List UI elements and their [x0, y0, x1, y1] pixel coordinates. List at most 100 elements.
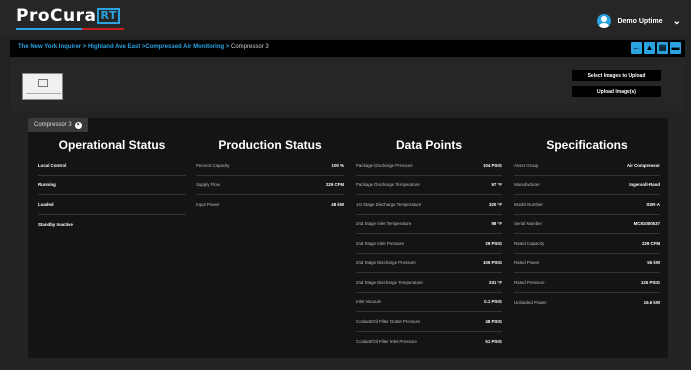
row-value: 105 PSIG	[482, 260, 502, 266]
close-icon[interactable]: ×	[74, 121, 82, 129]
user-name: Demo Uptime	[617, 17, 663, 25]
row-value: 51 PSIG	[485, 338, 502, 344]
row-value: 229 CFM	[325, 182, 344, 188]
row-label: Input Power	[196, 202, 220, 208]
user-avatar-icon	[597, 14, 612, 28]
list-item: Coolant/Oil Filter Outlet Pressure 48 PSI…	[356, 312, 502, 332]
row-value: MC81000537	[633, 221, 660, 227]
row-value: 48 kW	[331, 202, 344, 208]
alert-triangle-icon[interactable]: ▲	[644, 42, 655, 54]
breadcrumb-current: Compressor 3	[231, 44, 269, 50]
row-value: 320 °F	[489, 201, 502, 207]
list-item: Standby Inactive	[38, 215, 186, 235]
toolbar: ← ▲ ▤ ▬	[631, 42, 681, 54]
back-arrow-icon[interactable]: ←	[631, 42, 642, 54]
row-label: Asset Group	[514, 162, 539, 168]
row-value: 16.6 kW	[643, 299, 660, 305]
list-item: Serial Number MC81000537	[514, 215, 660, 234]
user-menu[interactable]: Demo Uptime ⌄	[597, 14, 681, 28]
section-title: Specifications	[546, 138, 628, 152]
folder-icon[interactable]: ▬	[670, 42, 681, 54]
row-label: 2nd Stage Inlet Pressure	[356, 240, 405, 246]
logo-badge: RT	[97, 8, 120, 24]
breadcrumb-bar: The New York Inquirer > Highland Ave Eas…	[10, 40, 685, 57]
procura-logo[interactable]: ProCura RT	[16, 6, 120, 26]
row-label: Coolant/Oil Filter Inlet Pressure	[356, 338, 418, 344]
breadcrumb: The New York Inquirer > Highland Ave Eas…	[18, 44, 269, 50]
row-label: Supply Flow	[196, 182, 220, 188]
row-value: 100 %	[331, 162, 344, 168]
row-label: 2nd Stage Discharge Pressure	[356, 260, 416, 266]
row-label: 2nd Stage Inlet Temperature	[356, 221, 412, 227]
row-value: Ingersoll-Rand	[629, 182, 660, 188]
tab-compressor-3[interactable]: Compressor 3 ×	[28, 118, 88, 132]
logo-underline	[16, 28, 82, 30]
row-label: Package Discharge Temperature	[356, 182, 420, 188]
row-value: 29 PSIG	[485, 240, 502, 246]
select-images-button[interactable]: Select Images to Upload	[572, 70, 661, 81]
row-value: 0.1 PSIG	[484, 299, 502, 305]
status-text: Local Control	[38, 162, 67, 168]
tab-label: Compressor 3	[34, 122, 72, 128]
row-label: Coolant/Oil Filter Outlet Pressure	[356, 318, 421, 324]
list-item: Package Discharge Pressure 104 PSIG	[356, 156, 502, 176]
section-title: Data Points	[395, 138, 462, 152]
list-item: Input Power 48 kW	[196, 195, 344, 215]
row-value: SSR-A	[646, 201, 660, 207]
row-value: 331 °F	[489, 279, 502, 285]
row-value: 104 PSIG	[482, 162, 502, 168]
list-item: Loaded	[38, 195, 186, 215]
row-value: 98 °F	[491, 221, 502, 227]
list-item: Rated Pressure 125 PSIG	[514, 273, 660, 293]
list-item: Coolant/Oil Filter Inlet Pressure 51 PSIG	[356, 332, 502, 352]
operational-status-section: Operational Status Local Control Running…	[38, 138, 186, 234]
section-title: Production Status	[218, 138, 322, 152]
production-status-section: Production Status Percent Capacity 100 % …	[196, 138, 344, 215]
chart-icon[interactable]: ▤	[657, 42, 668, 54]
image-placeholder-thumbnail[interactable]	[22, 73, 63, 100]
row-value: 48 PSIG	[485, 318, 502, 324]
list-item: Model Number SSR-A	[514, 195, 660, 215]
list-item: 2nd Stage Inlet Pressure 29 PSIG	[356, 234, 502, 254]
list-item: Local Control	[38, 156, 186, 176]
list-item: Unloaded Power 16.6 kW	[514, 293, 660, 313]
list-item: 2nd Stage Discharge Pressure 105 PSIG	[356, 254, 502, 273]
chevron-down-icon[interactable]: ⌄	[673, 16, 681, 27]
list-item: Rated Capacity 229 CFM	[514, 234, 660, 254]
logo-accent-line	[82, 28, 124, 30]
list-item: Package Discharge Temperature 97 °F	[356, 176, 502, 195]
specifications-section: Specifications Asset Group Air Compressor…	[514, 138, 660, 312]
list-item: 1st Stage Discharge Temperature 320 °F	[356, 195, 502, 215]
list-item: Percent Capacity 100 %	[196, 156, 344, 176]
status-text: Standby Inactive	[38, 221, 73, 227]
row-label: Rated Capacity	[514, 240, 545, 246]
status-text: Running	[38, 182, 56, 188]
logo-text: ProCura	[16, 6, 97, 26]
row-label: Inlet Vacuum	[356, 299, 382, 305]
row-label: Model Number	[514, 201, 543, 207]
row-value: 229 CFM	[641, 240, 660, 246]
list-item: Asset Group Air Compressor	[514, 156, 660, 176]
image-icon	[38, 79, 48, 87]
upload-images-button[interactable]: Upload Image(s)	[572, 86, 661, 97]
row-label: 1st Stage Discharge Temperature	[356, 201, 422, 207]
list-item: Manufacturer Ingersoll-Rand	[514, 176, 660, 195]
thumbnail-caption-line	[26, 93, 61, 94]
breadcrumb-path[interactable]: The New York Inquirer > Highland Ave Eas…	[18, 44, 231, 50]
row-label: Percent Capacity	[196, 162, 230, 168]
list-item: Rated Power 55 kW	[514, 254, 660, 273]
row-label: Serial Number	[514, 221, 543, 227]
row-value: 97 °F	[491, 182, 502, 188]
list-item: Supply Flow 229 CFM	[196, 176, 344, 195]
list-item: Inlet Vacuum 0.1 PSIG	[356, 293, 502, 312]
row-value: 55 kW	[647, 260, 660, 266]
row-label: Rated Pressure	[514, 279, 545, 285]
row-label: Rated Power	[514, 260, 540, 266]
status-text: Loaded	[38, 201, 54, 207]
row-label: Manufacturer	[514, 182, 540, 188]
section-title: Operational Status	[58, 138, 166, 152]
image-upload-area: Select Images to Upload Upload Image(s)	[10, 58, 685, 111]
row-label: 2nd Stage Discharge Temperature	[356, 279, 423, 285]
data-points-section: Data Points Package Discharge Pressure 10…	[356, 138, 502, 351]
row-value: Air Compressor	[626, 162, 660, 168]
